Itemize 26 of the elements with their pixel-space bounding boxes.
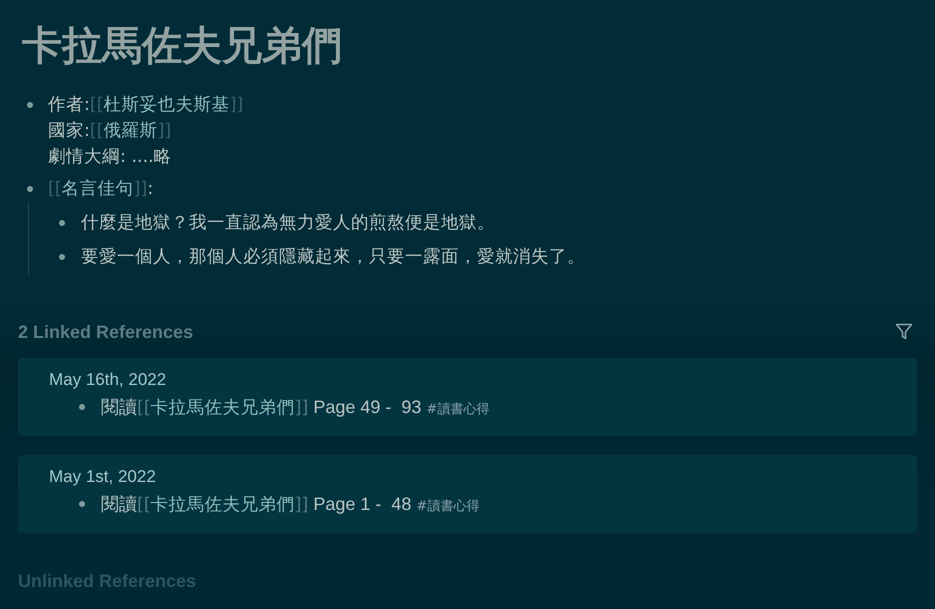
block-text: 閱讀[[卡拉馬佐夫兄弟們]] Page 1 - 48 #讀書心得 — [101, 493, 480, 517]
block-text: 什麼是地獄？我一直認為無力愛人的煎熬便是地獄。 — [81, 212, 495, 235]
block-text: 閱讀[[卡拉馬佐夫兄弟們]] Page 49 - 93 #讀書心得 — [101, 396, 490, 420]
bullet-icon[interactable] — [79, 404, 85, 410]
page-title: 卡拉馬佐夫兄弟們 — [22, 22, 343, 71]
bullet-icon[interactable] — [27, 102, 33, 108]
block-text: 要愛一個人，那個人必須隱藏起來，只要一露面，愛就消失了。 — [81, 246, 585, 269]
reference-date[interactable]: May 16th, 2022 — [49, 368, 917, 392]
reference-date[interactable]: May 1st, 2022 — [49, 465, 917, 489]
block-text: 國家:[[俄羅斯]] — [48, 120, 172, 143]
page-link[interactable]: [[俄羅斯]] — [90, 121, 172, 141]
bullet-icon[interactable] — [59, 254, 65, 260]
page-link[interactable]: [[卡拉馬佐夫兄弟們]] — [137, 398, 308, 418]
linked-references-heading[interactable]: 2 Linked References — [18, 320, 194, 344]
page-link[interactable]: [[杜斯妥也夫斯基]] — [90, 95, 244, 115]
page-link[interactable]: [[名言佳句]] — [48, 179, 148, 199]
block-text: 劇情大綱: ....略 — [48, 146, 173, 169]
page-link[interactable]: [[卡拉馬佐夫兄弟們]] — [137, 495, 308, 515]
block-text: [[名言佳句]]: — [48, 178, 154, 201]
tag-link[interactable]: #讀書心得 — [416, 499, 480, 514]
bullet-icon[interactable] — [27, 186, 33, 192]
filter-icon[interactable] — [895, 323, 913, 341]
bullet-icon[interactable] — [79, 501, 85, 507]
block-text: 作者:[[杜斯妥也夫斯基]] — [48, 94, 244, 117]
bullet-icon[interactable] — [59, 220, 65, 226]
tag-link[interactable]: #讀書心得 — [426, 402, 490, 417]
